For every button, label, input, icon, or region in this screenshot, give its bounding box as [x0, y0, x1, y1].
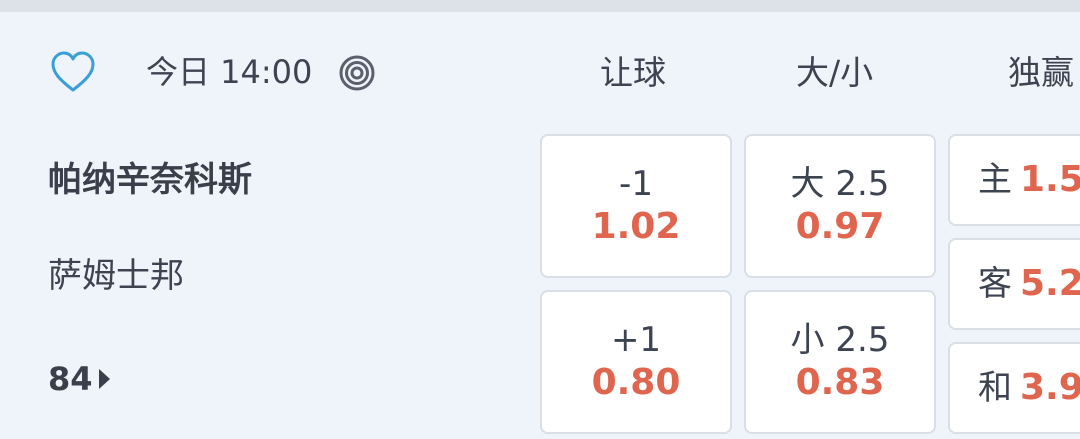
target-icon[interactable]: [338, 54, 376, 92]
header-moneyline: 独赢: [1008, 53, 1074, 92]
moneyline-odds: 1.5: [1020, 159, 1080, 200]
over-under-odds: 0.97: [795, 206, 885, 247]
header-over-under: 大/小: [796, 53, 874, 92]
over-under-line: 大 2.5: [790, 164, 890, 204]
handicap-home-odds-button[interactable]: -1 1.02: [540, 134, 732, 278]
moneyline-away-button[interactable]: 客 5.2: [948, 238, 1080, 330]
header-handicap: 让球: [600, 53, 666, 92]
moneyline-odds: 3.9: [1020, 367, 1080, 408]
under-odds-button[interactable]: 小 2.5 0.83: [744, 290, 936, 434]
match-time: 今日 14:00: [146, 53, 313, 91]
top-divider: [0, 0, 1080, 12]
moneyline-draw-button[interactable]: 和 3.9: [948, 342, 1080, 434]
away-team-name: 萨姆士邦: [48, 256, 184, 296]
handicap-odds: 0.80: [591, 362, 681, 403]
over-under-line: 小 2.5: [790, 320, 890, 360]
handicap-away-odds-button[interactable]: +1 0.80: [540, 290, 732, 434]
handicap-line: -1: [619, 164, 653, 204]
moneyline-odds: 5.2: [1020, 263, 1080, 304]
more-markets-button[interactable]: 84: [48, 358, 110, 400]
moneyline-label: 客: [978, 264, 1012, 304]
heart-icon[interactable]: [50, 50, 96, 94]
moneyline-label: 主: [978, 160, 1012, 200]
play-triangle-icon: [98, 369, 110, 389]
handicap-odds: 1.02: [591, 206, 681, 247]
over-under-odds: 0.83: [795, 362, 885, 403]
moneyline-label: 和: [978, 368, 1012, 408]
over-odds-button[interactable]: 大 2.5 0.97: [744, 134, 936, 278]
home-team-name: 帕纳辛奈科斯: [48, 160, 252, 200]
more-markets-count: 84: [48, 360, 93, 398]
handicap-line: +1: [610, 320, 662, 360]
moneyline-home-button[interactable]: 主 1.5: [948, 134, 1080, 226]
